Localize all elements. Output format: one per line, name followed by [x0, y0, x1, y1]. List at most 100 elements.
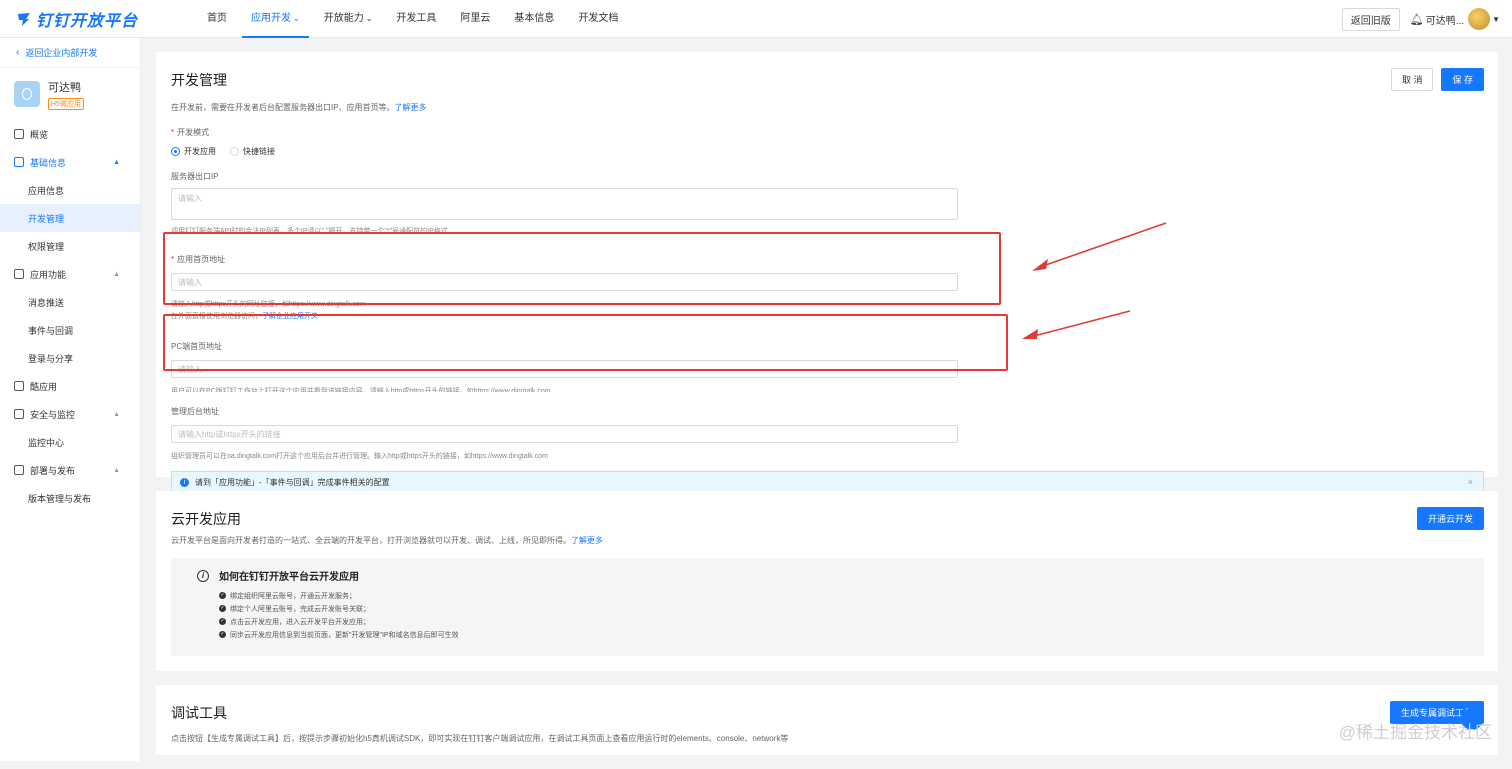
highlight-box-pc-url	[163, 314, 1008, 371]
ip-textarea[interactable]: 请输入	[171, 188, 958, 220]
howto-steps: ✓绑定组织阿里云账号，开通云开发服务；✓绑定个人阿里云账号，完成云开发账号关联；…	[197, 589, 1458, 641]
sidebar-item-label: 基础信息	[30, 156, 66, 169]
arrow-head-1	[1032, 259, 1048, 271]
arrow-line-1	[1040, 223, 1166, 267]
mode-option-dev-app[interactable]: 开发应用	[171, 146, 216, 157]
avatar[interactable]	[1468, 8, 1490, 30]
menu-group-icon	[14, 465, 24, 475]
mode-option-quick-link[interactable]: 快捷链接	[230, 146, 275, 157]
top-right: 返回旧版 🔔︎ 可达鸭... ▼	[1342, 0, 1500, 38]
howto-step-text: 绑定组织阿里云账号，开通云开发服务；	[230, 591, 356, 601]
cloud-desc: 云开发平台是面向开发者打造的一站式、全云端的开发平台，打开浏览器就可以开发、调试…	[171, 535, 1484, 546]
sidebar-group-9[interactable]: 酷应用	[0, 372, 140, 400]
nav-item-1[interactable]: 应用开发⌄	[242, 0, 309, 38]
debug-tool-card: 调试工具 生成专属调试工具 点击按钮【生成专属调试工具】后，按提示步骤初始化h5…	[156, 685, 1498, 755]
logo[interactable]: 钉钉开放平台	[0, 0, 190, 38]
sidebar-item-label: 事件与回调	[28, 324, 73, 337]
highlight-box-home-url	[163, 232, 1001, 305]
ip-placeholder: 请输入	[178, 194, 202, 203]
debug-title: 调试工具	[171, 703, 1484, 723]
chevron-up-icon: ▲	[113, 159, 120, 166]
save-button[interactable]: 保 存	[1441, 68, 1484, 91]
sidebar-item-label: 消息推送	[28, 296, 64, 309]
nav-item-label: 开放能力	[324, 13, 364, 24]
admin-help: 组织管理员可以在oa.dingtalk.com打开这个应用后台并进行管理。输入h…	[171, 451, 1484, 461]
cancel-button[interactable]: 取 消	[1391, 68, 1434, 91]
sidebar-item-7[interactable]: 事件与回调	[0, 316, 140, 344]
sidebar-group-12[interactable]: 部署与发布▲	[0, 456, 140, 484]
sidebar-item-label: 登录与分享	[28, 352, 73, 365]
sidebar-item-4[interactable]: 权限管理	[0, 232, 140, 260]
main-nav: 首页应用开发⌄开放能力⌄开发工具阿里云基本信息开发文档	[198, 0, 633, 38]
enable-cloud-dev-button[interactable]: 开通云开发	[1417, 507, 1484, 530]
cloud-learn-more-link[interactable]: 了解更多	[571, 536, 603, 545]
main-content: 开发管理 取 消 保 存 在开发前，需要在开发者后台配置服务器出口IP、应用首页…	[156, 52, 1498, 769]
back-to-old-version-button[interactable]: 返回旧版	[1342, 8, 1400, 31]
sidebar: ‹ 返回企业内部开发 可达鸭 H5微应用 概览基础信息 ▲ 应用信息开发管理权限管理…	[0, 38, 141, 761]
close-icon[interactable]: ×	[1468, 477, 1473, 487]
radio-unchecked[interactable]	[230, 147, 239, 156]
page-title: 开发管理	[171, 70, 1484, 90]
sidebar-group-10[interactable]: 安全与监控▲	[0, 400, 140, 428]
ip-label: 服务器出口IP	[171, 171, 1484, 182]
sidebar-item-label: 应用信息	[28, 184, 64, 197]
nav-item-0[interactable]: 首页	[198, 0, 236, 38]
learn-more-link[interactable]: 了解更多	[395, 103, 427, 112]
sidebar-group-0[interactable]: 概览	[0, 120, 140, 148]
admin-url-input[interactable]: 请输入http或https开头的链接	[171, 425, 958, 443]
nav-item-6[interactable]: 开发文档	[569, 0, 627, 38]
nav-item-4[interactable]: 阿里云	[451, 0, 499, 38]
event-config-alert: i 请到「应用功能」-「事件与回调」完成事件相关的配置 ×	[171, 471, 1484, 493]
app-type-badge: H5微应用	[48, 98, 84, 110]
debug-desc: 点击按钮【生成专属调试工具】后，按提示步骤初始化h5真机调试SDK，即可实现在钉…	[171, 733, 1484, 744]
back-link[interactable]: ‹ 返回企业内部开发	[0, 38, 140, 68]
mode-option-label: 开发应用	[184, 146, 216, 157]
nav-item-label: 应用开发	[251, 13, 291, 24]
menu-group-icon	[14, 157, 24, 167]
sidebar-item-label: 版本管理与发布	[28, 492, 91, 505]
arrow-head-2	[1022, 329, 1038, 339]
dev-desc-text: 在开发前，需要在开发者后台配置服务器出口IP、应用首页等。	[171, 103, 395, 112]
annotation-arrows	[1010, 215, 1180, 345]
howto-title-text: 如何在钉钉开放平台云开发应用	[219, 568, 359, 583]
check-circle-icon: ✓	[219, 592, 226, 599]
chevron-up-icon: ▲	[113, 467, 120, 474]
chevron-down-icon: ⌄	[293, 0, 300, 38]
nav-item-label: 开发文档	[578, 13, 618, 24]
sidebar-group-1[interactable]: 基础信息 ▲	[0, 148, 140, 176]
howto-title: i 如何在钉钉开放平台云开发应用	[197, 568, 1458, 583]
user-menu[interactable]: 🔔︎ 可达鸭... ▼	[1410, 8, 1500, 30]
sidebar-item-label: 开发管理	[28, 212, 64, 225]
nav-item-3[interactable]: 开发工具	[387, 0, 445, 38]
radio-checked[interactable]	[171, 147, 180, 156]
sidebar-item-label: 酷应用	[30, 380, 57, 393]
sidebar-item-13[interactable]: 版本管理与发布	[0, 484, 140, 512]
nav-item-5[interactable]: 基本信息	[505, 0, 563, 38]
bell-icon[interactable]: 🔔︎	[1410, 13, 1424, 26]
chevron-down-icon: ▼	[1492, 15, 1500, 24]
howto-step-text: 同步云开发应用信息到当前页面，更新"开发管理"IP和域名信息后即可生效	[230, 630, 459, 640]
alert-text: 请到「应用功能」-「事件与回调」完成事件相关的配置	[195, 477, 390, 488]
sidebar-group-5[interactable]: 应用功能▲	[0, 260, 140, 288]
nav-item-label: 基本信息	[514, 13, 554, 24]
howto-step: ✓点击云开发应用，进入云开发平台开发应用；	[219, 615, 1458, 628]
check-circle-icon: ✓	[219, 605, 226, 612]
nav-item-2[interactable]: 开放能力⌄	[315, 0, 382, 38]
sidebar-item-label: 权限管理	[28, 240, 64, 253]
sidebar-item-6[interactable]: 消息推送	[0, 288, 140, 316]
sidebar-item-3[interactable]: 开发管理	[0, 204, 140, 232]
sidebar-item-2[interactable]: 应用信息	[0, 176, 140, 204]
mode-radio-group: 开发应用 快捷链接	[171, 146, 1484, 157]
sidebar-item-11[interactable]: 监控中心	[0, 428, 140, 456]
sidebar-item-8[interactable]: 登录与分享	[0, 344, 140, 372]
user-name: 可达鸭...	[1426, 12, 1464, 27]
mode-label: *开发模式	[171, 127, 1484, 138]
menu-group-icon	[14, 409, 24, 419]
chevron-up-icon: ▲	[113, 411, 120, 418]
logo-text: 钉钉开放平台	[36, 7, 138, 31]
cloud-actions: 开通云开发	[1409, 507, 1484, 530]
howto-step: ✓同步云开发应用信息到当前页面，更新"开发管理"IP和域名信息后即可生效	[219, 628, 1458, 641]
app-info: 可达鸭 H5微应用	[0, 68, 140, 120]
watermark: @稀土掘金技术社区	[1339, 718, 1492, 743]
back-link-label: 返回企业内部开发	[25, 46, 97, 59]
